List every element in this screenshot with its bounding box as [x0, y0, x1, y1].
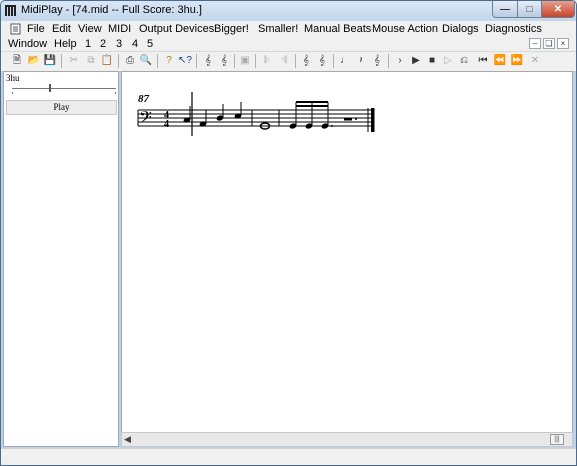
- toolbar-separator: [118, 54, 119, 68]
- status-bar: [1, 448, 576, 465]
- save-icon[interactable]: 💾: [43, 54, 57, 67]
- menu-file[interactable]: File: [27, 23, 45, 35]
- toolbar-separator: [333, 54, 334, 68]
- repeat-icon[interactable]: 𝄆: [260, 54, 274, 67]
- note-icon[interactable]: ♩: [338, 54, 352, 67]
- menu-edit[interactable]: Edit: [52, 23, 71, 35]
- menu-bar-row-2: Window Help 1 2 3 4 5: [1, 37, 576, 51]
- final-barline-thick: [371, 108, 375, 132]
- repeat-alt-icon[interactable]: 𝄇: [277, 54, 291, 67]
- score-control-panel: 3hu Play: [3, 71, 119, 447]
- play-button[interactable]: Play: [6, 100, 117, 115]
- menu-window-3[interactable]: 3: [116, 38, 122, 50]
- measure-3: [289, 101, 357, 129]
- restore-icon: ❏: [545, 39, 553, 48]
- menu-window-1[interactable]: 1: [85, 38, 91, 50]
- bass-clef-icon: 𝄢: [139, 107, 152, 131]
- slider-tick: [115, 92, 116, 94]
- close-icon: ✕: [553, 3, 563, 15]
- paste-icon[interactable]: 📋: [100, 54, 114, 67]
- loop-icon[interactable]: ⎌: [457, 54, 471, 67]
- go-start-icon[interactable]: ⏮: [476, 54, 490, 67]
- toolbar-separator: [61, 54, 62, 68]
- title-bar[interactable]: MidiPlay - [74.mid -- Full Score: 3hu.] …: [1, 1, 576, 21]
- beam: [296, 101, 328, 103]
- context-help-icon[interactable]: ↖?: [178, 54, 192, 67]
- minimize-icon: —: [500, 3, 510, 15]
- maximize-button[interactable]: □: [517, 1, 542, 18]
- tempo-slider-thumb[interactable]: [48, 84, 51, 92]
- print-preview-icon[interactable]: 🔍: [139, 54, 153, 67]
- slider-tick: [12, 92, 13, 94]
- menu-bigger[interactable]: Bigger!: [214, 23, 249, 35]
- score-icon[interactable]: 𝄞: [201, 54, 215, 67]
- step-icon[interactable]: ▷: [441, 54, 455, 67]
- app-icon: [5, 5, 16, 16]
- menu-diagnostics[interactable]: Diagnostics: [485, 23, 542, 35]
- half-rest: [344, 118, 352, 121]
- parts-icon[interactable]: 𝄞: [217, 54, 231, 67]
- cut-icon[interactable]: ✂: [67, 54, 81, 67]
- print-icon[interactable]: ⎙: [123, 54, 137, 67]
- menu-view[interactable]: View: [78, 23, 102, 35]
- stop-icon[interactable]: ■: [425, 54, 439, 67]
- mdi-restore-button[interactable]: ❏: [543, 38, 555, 49]
- rest-icon[interactable]: 𝄽: [354, 54, 368, 67]
- toolbar-separator: [295, 54, 296, 68]
- minimize-icon: –: [532, 39, 538, 48]
- menu-mouse-action[interactable]: Mouse Action: [372, 23, 438, 35]
- menu-help[interactable]: Help: [54, 38, 77, 50]
- rewind-icon[interactable]: ⏪: [493, 54, 507, 67]
- maximize-icon: □: [526, 3, 533, 15]
- open-icon[interactable]: 📂: [27, 54, 41, 67]
- window-icon[interactable]: ▣: [238, 54, 252, 67]
- scroll-left-icon[interactable]: ◀: [124, 434, 131, 445]
- dot: [331, 125, 333, 127]
- window-title: MidiPlay - [74.mid -- Full Score: 3hu.]: [21, 4, 202, 16]
- app-window: MidiPlay - [74.mid -- Full Score: 3hu.] …: [0, 0, 577, 466]
- toolbar-separator: [196, 54, 197, 68]
- tempo-alt-icon[interactable]: 𝄞: [315, 54, 329, 67]
- menu-manual-beats[interactable]: Manual Beats: [304, 23, 371, 35]
- scroll-thumb[interactable]: |||: [550, 434, 564, 445]
- mdi-close-button[interactable]: ×: [557, 38, 569, 49]
- toolbar-separator: [388, 54, 389, 68]
- minimize-button[interactable]: —: [492, 1, 518, 18]
- toolbar: 🗎 📂 💾 ✂ ⧉ 📋 ⎙ 🔍 ? ↖? 𝄞 𝄞 ▣ 𝄆 𝄇 𝄞 𝄞 ♩ 𝄽 𝄞…: [1, 51, 576, 72]
- menu-window-4[interactable]: 4: [132, 38, 138, 50]
- new-icon[interactable]: 🗎: [10, 54, 24, 67]
- score-canvas[interactable]: 87 𝄢 4 4: [121, 71, 573, 433]
- tempo-slider[interactable]: [12, 88, 116, 90]
- help-icon[interactable]: ?: [162, 54, 176, 67]
- toolbar-separator: [157, 54, 158, 68]
- tempo-icon[interactable]: 𝄞: [299, 54, 313, 67]
- menu-bar: File Edit View MIDI Output Devices Bigge…: [1, 21, 576, 37]
- score-name: 3hu: [6, 73, 20, 83]
- toolbar-separator: [255, 54, 256, 68]
- menu-dialogs[interactable]: Dialogs: [442, 23, 479, 35]
- mdi-minimize-button[interactable]: –: [529, 38, 541, 49]
- close-icon: ×: [560, 39, 566, 48]
- copy-icon[interactable]: ⧉: [84, 54, 98, 67]
- play-from-icon[interactable]: ▶: [409, 54, 423, 67]
- close-button[interactable]: ✕: [541, 1, 575, 18]
- time-signature-bottom: 4: [164, 119, 169, 130]
- menu-midi[interactable]: MIDI: [108, 23, 131, 35]
- treble-icon[interactable]: 𝄞: [370, 54, 384, 67]
- beam: [296, 105, 328, 107]
- menu-window-2[interactable]: 2: [100, 38, 106, 50]
- play-icon[interactable]: ›: [393, 54, 407, 67]
- horizontal-scrollbar[interactable]: ◀ |||: [121, 432, 573, 447]
- score-staff: 87 𝄢 4 4: [137, 92, 375, 136]
- fast-forward-icon[interactable]: ⏩: [510, 54, 524, 67]
- menu-window-5[interactable]: 5: [147, 38, 153, 50]
- measure-number: 87: [138, 93, 150, 105]
- menu-output-devices[interactable]: Output Devices: [139, 23, 214, 35]
- menu-window[interactable]: Window: [8, 38, 47, 50]
- dot: [355, 118, 357, 120]
- close-icon[interactable]: ✕: [528, 54, 542, 67]
- document-icon[interactable]: [10, 23, 22, 35]
- menu-smaller[interactable]: Smaller!: [258, 23, 298, 35]
- toolbar-separator: [234, 54, 235, 68]
